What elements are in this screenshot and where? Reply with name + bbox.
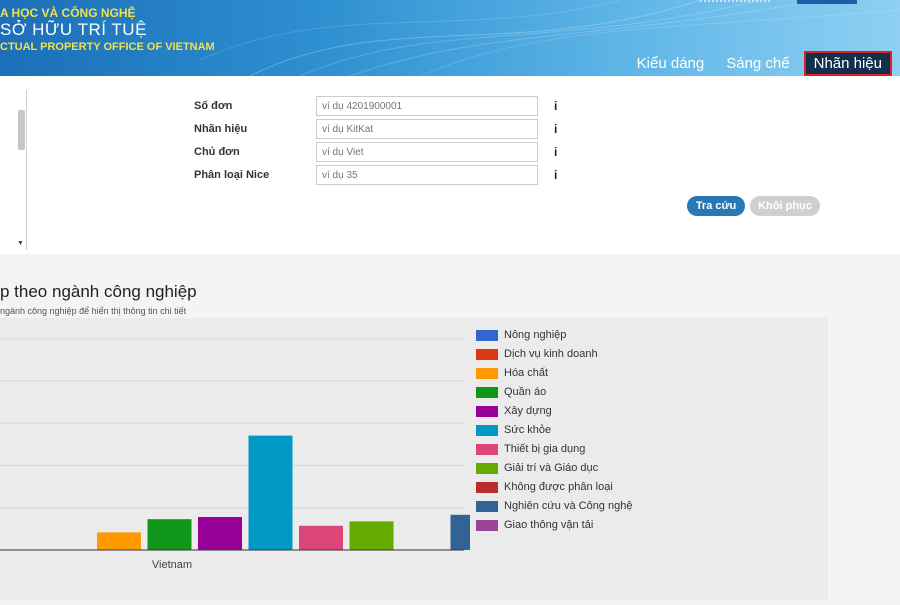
section-subtitle: ngành công nghiệp để hiển thị thông tin … <box>0 306 187 316</box>
category-listbox[interactable]: ▼ <box>0 90 27 250</box>
chu-don-label: Chủ đơn <box>194 146 240 158</box>
nav-item-kieu-dang[interactable]: Kiểu dáng <box>637 55 705 72</box>
legend-swatch <box>476 368 498 379</box>
legend-label: Thiết bị gia dụng <box>504 443 586 455</box>
legend-label: Nghiên cứu và Công nghệ <box>504 500 633 512</box>
brand-line-1: A HỌC VÀ CÔNG NGHỆ <box>0 6 136 20</box>
so-don-label: Số đơn <box>194 100 233 112</box>
nhan-hieu-label: Nhãn hiệu <box>194 123 248 135</box>
nav-item-nhan-hieu[interactable]: Nhãn hiệu <box>803 50 892 76</box>
chu-don-input[interactable] <box>316 142 538 162</box>
header-top-links <box>700 0 770 5</box>
info-icon[interactable]: i <box>554 99 557 113</box>
legend-label: Quần áo <box>504 386 547 398</box>
legend-swatch <box>476 349 498 360</box>
brand-line-3: CTUAL PROPERTY OFFICE OF VIETNAM <box>0 41 215 53</box>
info-icon[interactable]: i <box>554 168 557 182</box>
legend-swatch <box>476 444 498 455</box>
reset-button[interactable]: Khôi phục <box>750 196 820 216</box>
bar-9[interactable] <box>450 514 495 550</box>
bar-2[interactable] <box>97 532 141 550</box>
legend-swatch <box>476 330 498 341</box>
legend-swatch <box>476 520 498 531</box>
phan-loai-nice-label: Phân loại Nice <box>194 169 270 181</box>
header-top-button[interactable] <box>797 0 857 4</box>
field-row-nhan-hieu: Nhãn hiệu i <box>194 119 574 141</box>
main-nav: Kiểu dáng Sáng chế Nhãn hiệu <box>615 50 892 76</box>
bar-6[interactable] <box>299 525 343 550</box>
legend-label: Sức khỏe <box>504 424 552 436</box>
info-icon[interactable]: i <box>554 122 557 136</box>
bar-5[interactable] <box>248 435 293 550</box>
brand-line-2: SỞ HỮU TRÍ TUỆ <box>0 20 147 39</box>
legend-label: Xây dựng <box>504 405 552 417</box>
scroll-down-arrow-icon[interactable]: ▼ <box>17 240 24 247</box>
legend-label: Hóa chất <box>504 367 549 379</box>
field-row-phan-loai-nice: Phân loại Nice i <box>194 165 574 187</box>
legend-label: Giao thông vận tải <box>504 519 594 531</box>
nav-item-sang-che[interactable]: Sáng chế <box>726 55 789 72</box>
legend-swatch <box>476 387 498 398</box>
nhan-hieu-input[interactable] <box>316 119 538 139</box>
legend-label: Giải trí và Giáo dục <box>504 462 599 474</box>
legend-swatch <box>476 425 498 436</box>
info-icon[interactable]: i <box>554 145 557 159</box>
legend-swatch <box>476 482 498 493</box>
field-row-so-don: Số đơn i <box>194 96 574 118</box>
chart-area: Vietnam <box>0 318 828 600</box>
legend-swatch <box>476 501 498 512</box>
section-title: p theo ngành công nghiệp <box>0 282 197 301</box>
bar-7[interactable] <box>349 521 394 550</box>
bar-chart: Vietnam <box>0 338 545 571</box>
legend-swatch <box>476 406 498 417</box>
legend-label: Không được phân loại <box>504 481 613 493</box>
legend-label: Dịch vụ kinh doanh <box>504 348 598 360</box>
bar-4[interactable] <box>198 517 242 550</box>
site-header: A HỌC VÀ CÔNG NGHỆ SỞ HỮU TRÍ TUỆ CTUAL … <box>0 0 900 76</box>
phan-loai-nice-input[interactable] <box>316 165 538 185</box>
field-row-chu-don: Chủ đơn i <box>194 142 574 164</box>
bar-3[interactable] <box>147 519 192 550</box>
listbox-scrollbar-thumb[interactable] <box>18 110 25 150</box>
so-don-input[interactable] <box>316 96 538 116</box>
search-button[interactable]: Tra cứu <box>687 196 745 216</box>
legend-swatch <box>476 463 498 474</box>
x-tick-label: Vietnam <box>152 559 192 571</box>
legend-label: Nông nghiệp <box>504 329 567 341</box>
